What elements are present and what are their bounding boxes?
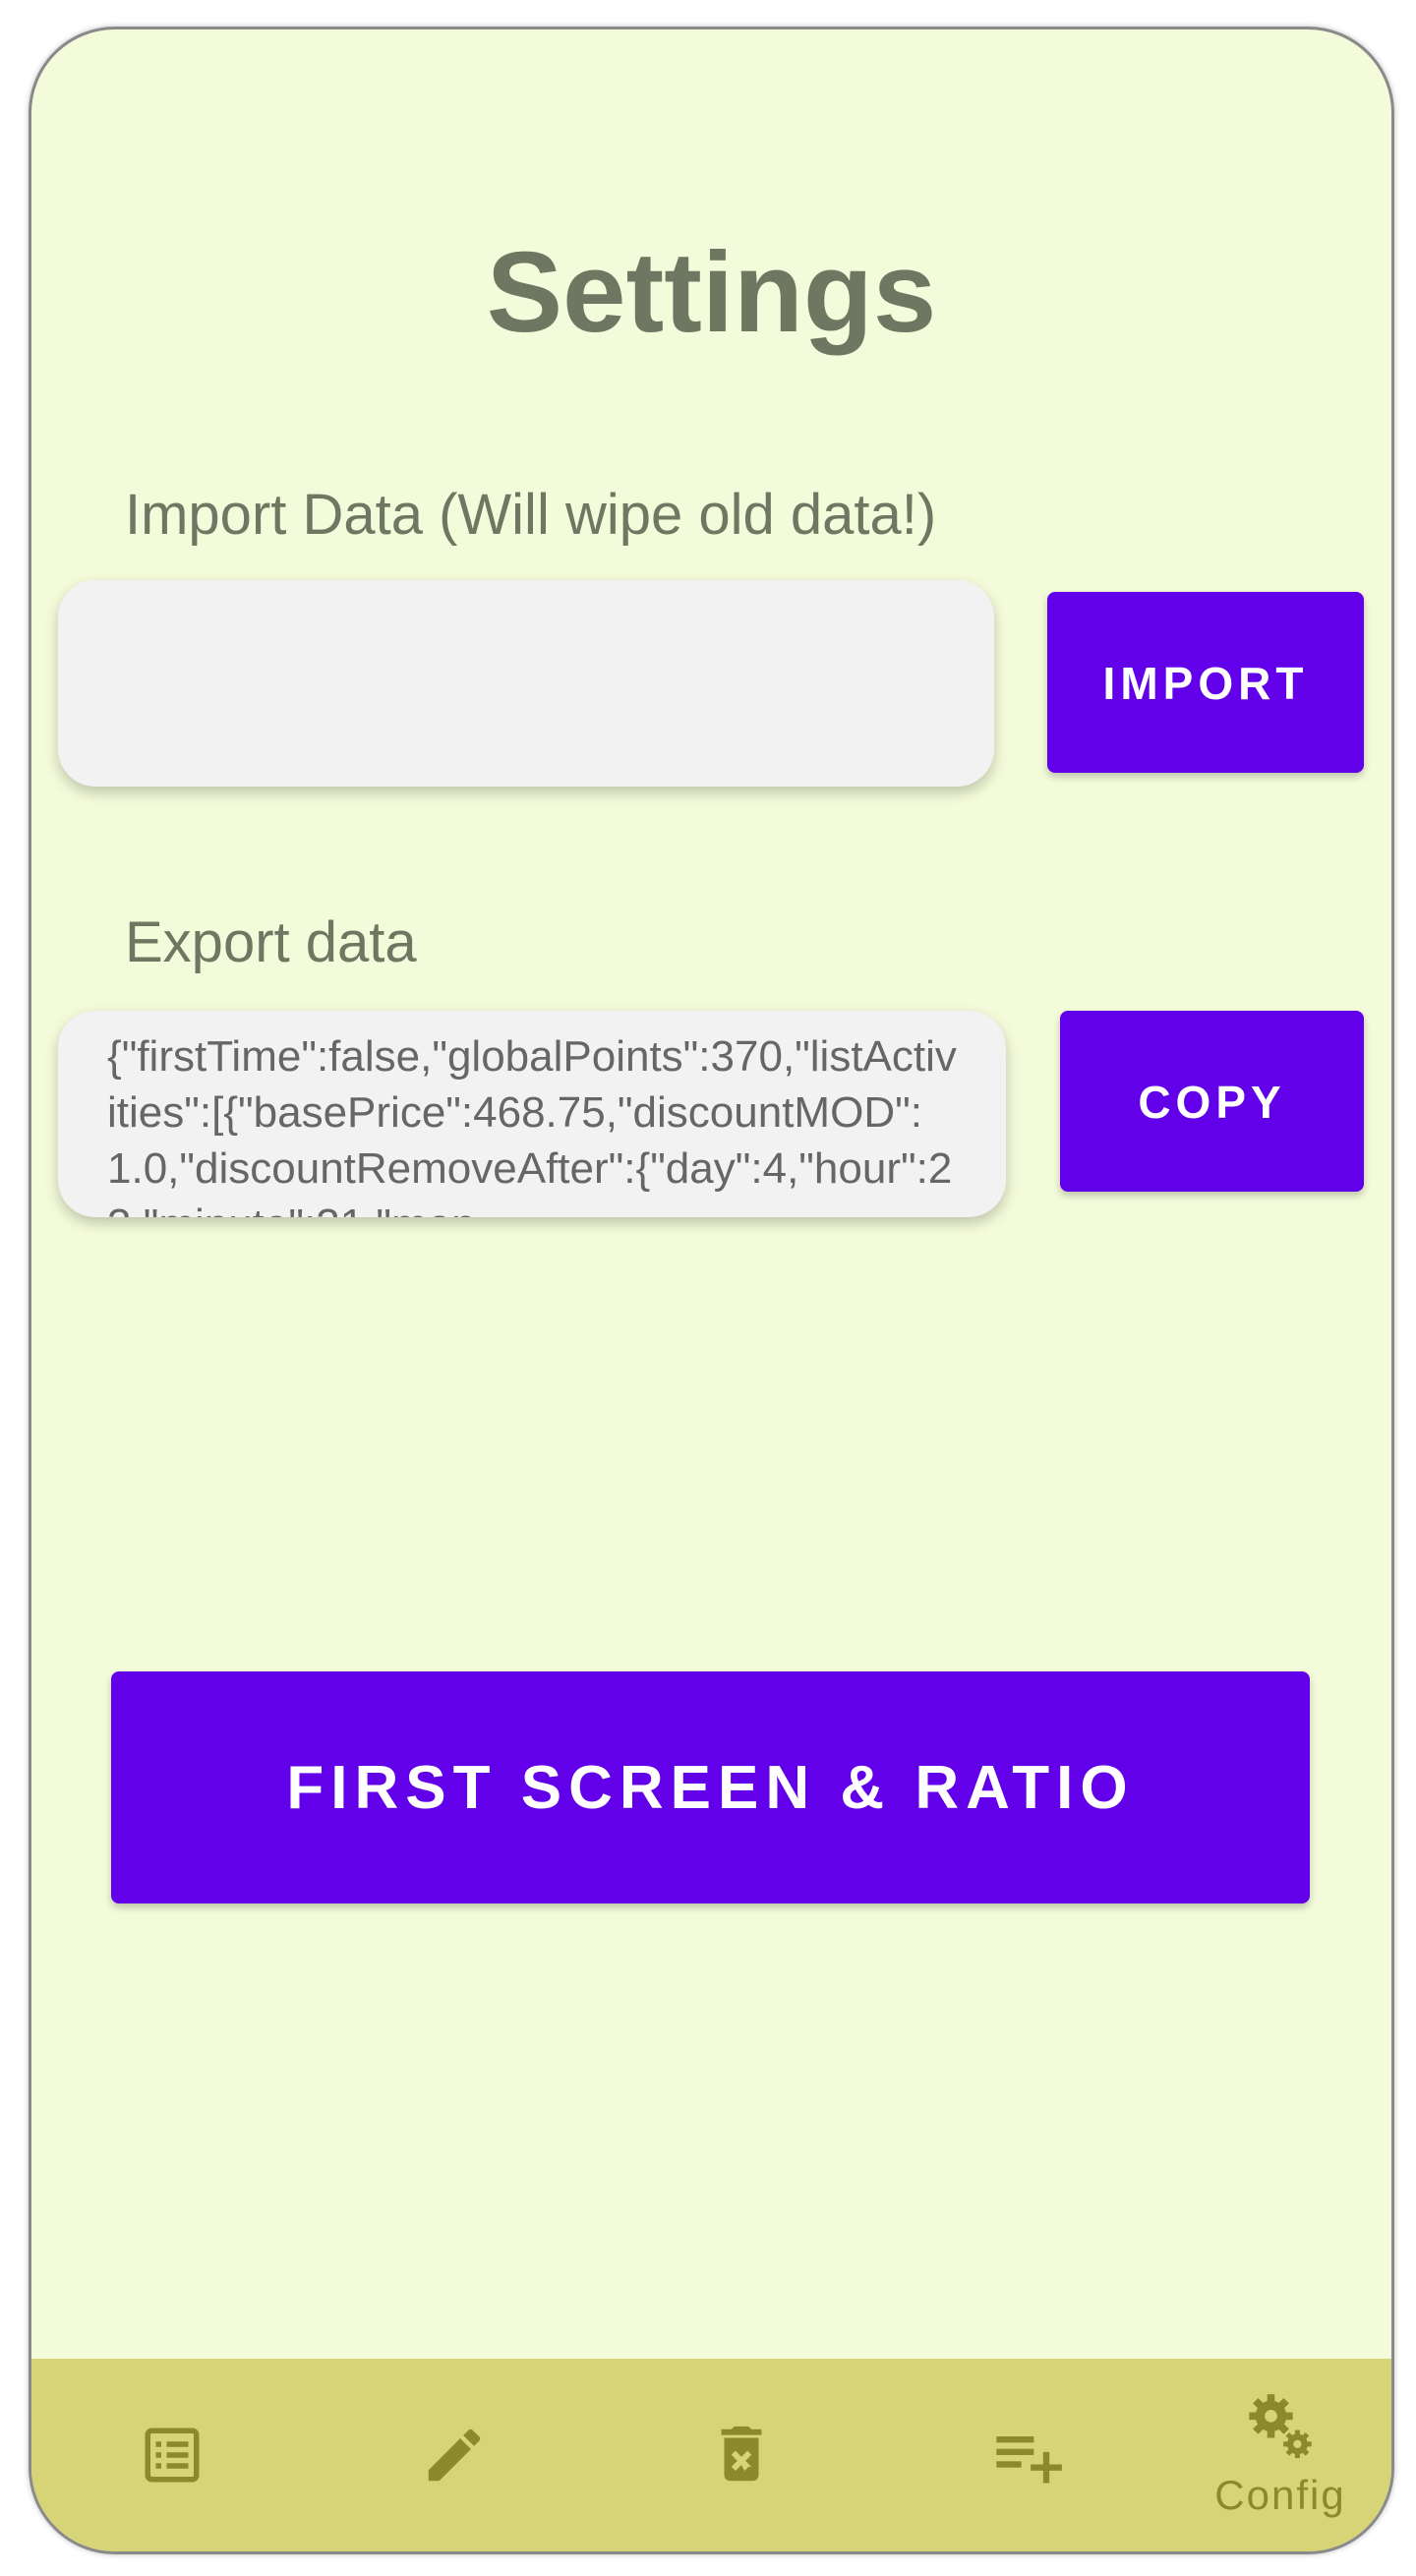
nav-item-list[interactable]	[74, 2359, 270, 2551]
pencil-icon	[428, 2429, 481, 2482]
first-screen-ratio-button[interactable]: FIRST SCREEN & RATIO	[111, 1671, 1310, 1903]
export-data-field[interactable]: {"firstTime":false,"globalPoints":370,"l…	[58, 1011, 1006, 1217]
page-title: Settings	[486, 228, 937, 356]
nav-item-config[interactable]: Config	[1182, 2359, 1379, 2551]
playlist-add-icon	[996, 2436, 1062, 2484]
nav-item-edit[interactable]	[356, 2359, 553, 2551]
import-data-label: Import Data (Will wipe old data!)	[125, 483, 937, 547]
export-data-label: Export data	[125, 910, 417, 974]
bottom-navigation: Config	[31, 2359, 1391, 2551]
import-data-input[interactable]	[58, 580, 994, 787]
list-icon	[145, 2428, 200, 2483]
nav-item-delete[interactable]	[643, 2359, 840, 2551]
import-button[interactable]: IMPORT	[1047, 592, 1364, 773]
nav-item-add-to-list[interactable]	[929, 2359, 1126, 2551]
app-screen: Settings Import Data (Will wipe old data…	[29, 27, 1394, 2554]
delete-icon	[721, 2426, 762, 2482]
nav-config-label: Config	[1214, 2472, 1346, 2518]
gears-icon	[1249, 2394, 1312, 2459]
copy-button[interactable]: COPY	[1060, 1011, 1364, 1192]
